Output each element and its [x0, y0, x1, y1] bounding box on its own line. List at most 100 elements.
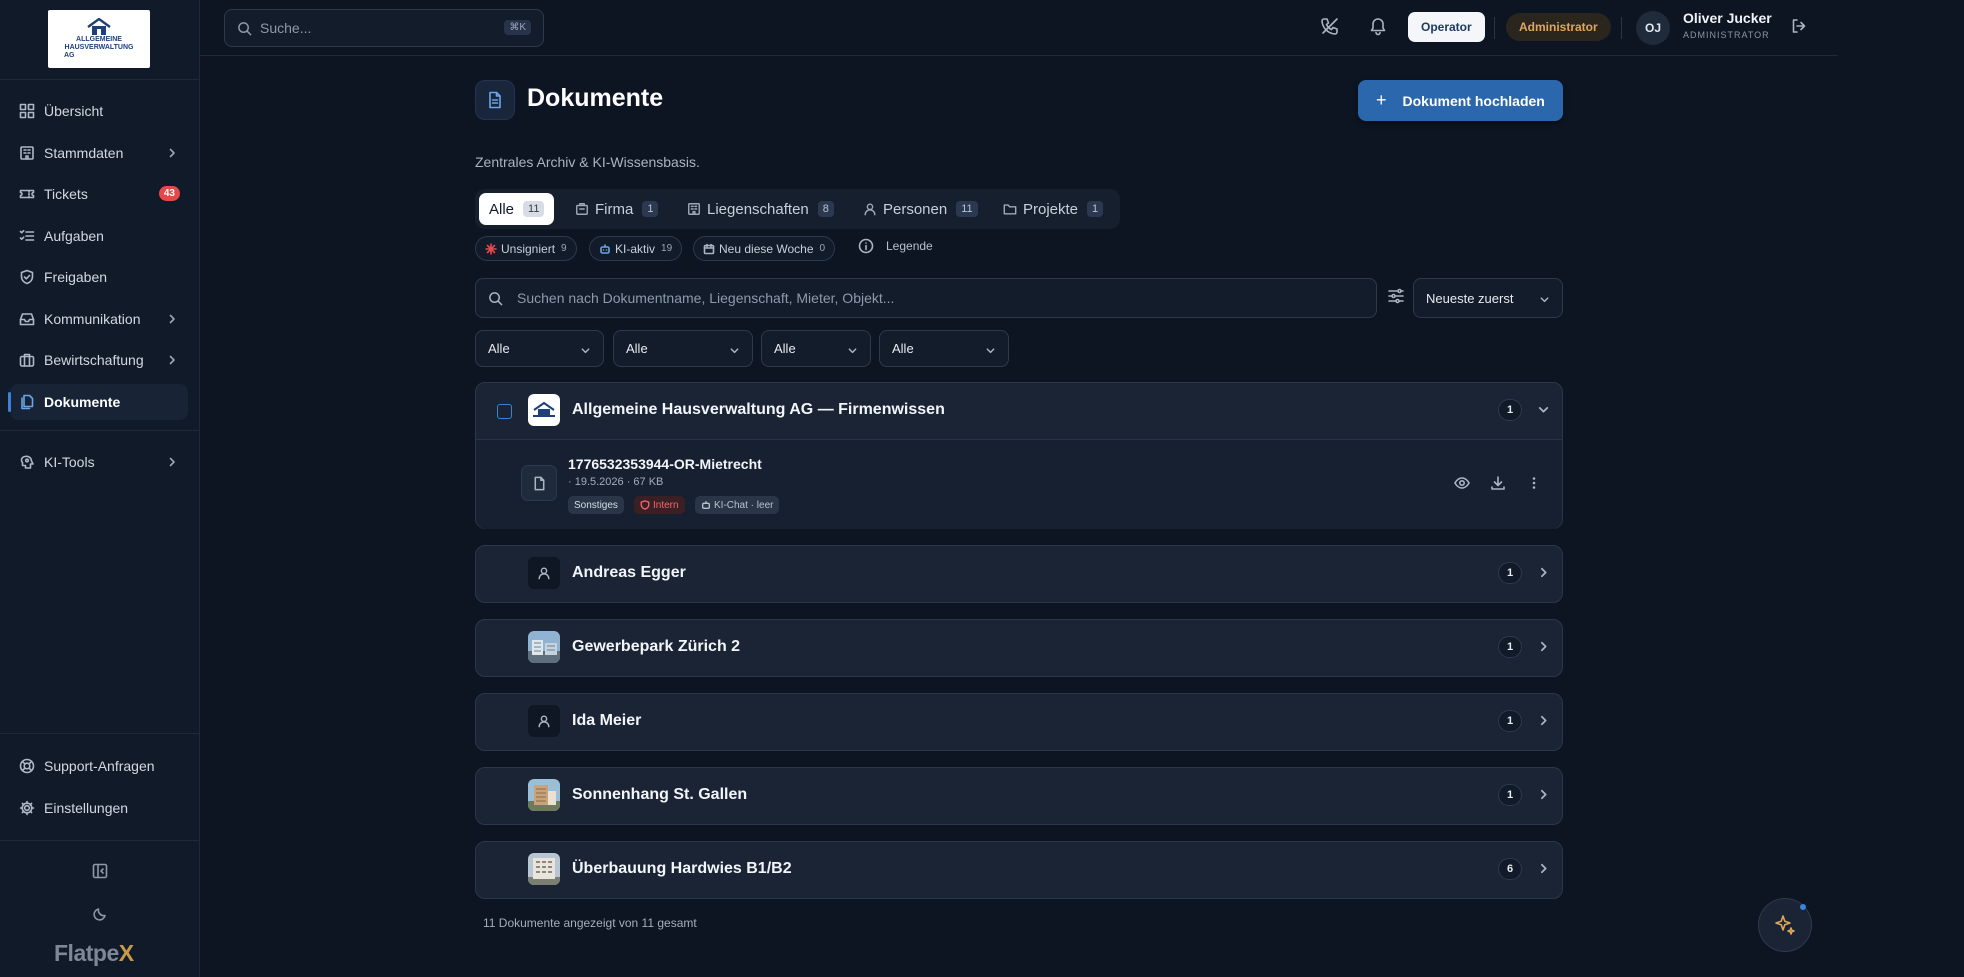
document-name[interactable]: 1776532353944-OR-Mietrecht	[568, 456, 762, 472]
tab-label: Firma	[595, 200, 634, 218]
filter-chip-ki-aktiv[interactable]: KI-aktiv 19	[589, 236, 683, 261]
sidebar: ALLGEMEINE HAUSVERWALTUNG AG Übersicht S…	[0, 0, 200, 977]
chevron-down-icon	[730, 348, 739, 354]
sidebar-item-bewirtschaftung[interactable]: Bewirtschaftung	[10, 342, 188, 378]
download-document-button[interactable]	[1490, 475, 1506, 491]
group-title: Überbauung Hardwies B1/B2	[572, 860, 792, 877]
sidebar-item-tickets[interactable]: Tickets 43	[10, 176, 188, 212]
group-count-badge: 1	[1498, 784, 1522, 806]
moon-icon	[93, 908, 106, 921]
divider	[0, 79, 200, 80]
collapse-sidebar-button[interactable]	[86, 857, 114, 885]
tab-firma[interactable]: Firma 1	[565, 193, 668, 225]
theme-toggle-button[interactable]	[86, 900, 114, 928]
more-vertical-icon	[1532, 477, 1536, 489]
buildings-icon	[688, 203, 700, 215]
sidebar-item-uebersicht[interactable]: Übersicht	[10, 93, 188, 129]
filter-select-1[interactable]: Alle	[475, 330, 604, 367]
sidebar-item-support-anfragen[interactable]: Support-Anfragen	[10, 748, 188, 784]
shield-icon	[640, 500, 650, 510]
document-group-ida-meier[interactable]: Ida Meier 1	[475, 693, 1563, 751]
sidebar-item-dokumente[interactable]: Dokumente	[8, 384, 188, 420]
logout-button[interactable]	[1790, 17, 1812, 39]
sidebar-item-ki-tools[interactable]: KI-Tools	[10, 444, 188, 480]
inbox-icon	[19, 313, 35, 326]
divider	[1494, 17, 1495, 39]
filter-chip-unsigniert[interactable]: Unsigniert 9	[475, 236, 577, 261]
avatar[interactable]: OJ	[1636, 11, 1670, 45]
phone-off-button[interactable]	[1320, 16, 1342, 38]
folder-icon	[1003, 204, 1017, 215]
filter-chip-neu-diese-woche[interactable]: Neu diese Woche 0	[693, 236, 836, 261]
view-document-button[interactable]	[1454, 475, 1470, 491]
shield-check-icon	[20, 269, 34, 285]
group-select-checkbox[interactable]	[497, 404, 512, 419]
sidebar-item-freigaben[interactable]: Freigaben	[10, 259, 188, 295]
chevron-right-icon	[169, 314, 175, 324]
tab-liegenschaften[interactable]: Liegenschaften 8	[677, 193, 844, 225]
lifebuoy-icon	[19, 758, 35, 774]
sidebar-item-stammdaten[interactable]: Stammdaten	[10, 135, 188, 171]
sort-select[interactable]: Neueste zuerst	[1413, 278, 1563, 318]
tag-label: Intern	[653, 499, 679, 511]
company-logo[interactable]: ALLGEMEINE HAUSVERWALTUNG AG	[48, 10, 150, 68]
more-actions-button[interactable]	[1526, 475, 1542, 491]
phone-off-icon	[1321, 18, 1338, 35]
tab-projekte[interactable]: Projekte 1	[993, 193, 1113, 225]
plus-icon: +	[1376, 90, 1387, 110]
operator-mode-button[interactable]: Operator	[1408, 12, 1485, 42]
global-search-input[interactable]: Suche... ⌘K	[224, 9, 544, 47]
user-role: ADMINISTRATOR	[1683, 30, 1770, 40]
legend-button[interactable]: Legende	[858, 238, 933, 254]
filter-select-4[interactable]: Alle	[879, 330, 1009, 367]
brand-main: Flatpe	[54, 940, 119, 966]
filter-select-2[interactable]: Alle	[613, 330, 753, 367]
chevron-right-icon	[169, 148, 175, 158]
sliders-icon	[1388, 288, 1404, 304]
filter-select-3[interactable]: Alle	[761, 330, 871, 367]
advanced-filter-button[interactable]	[1387, 287, 1405, 305]
document-row[interactable]: 1776532353944-OR-Mietrecht · 19.5.2026 ·…	[476, 439, 1562, 529]
role-badge[interactable]: Administrator	[1506, 13, 1611, 41]
sidebar-item-kommunikation[interactable]: Kommunikation	[10, 301, 188, 337]
grid-icon	[19, 103, 35, 119]
tab-personen[interactable]: Personen 11	[853, 193, 988, 225]
sidebar-item-label: Support-Anfragen	[44, 758, 155, 774]
upload-document-button[interactable]: + Dokument hochladen	[1358, 80, 1563, 121]
brain-icon	[20, 455, 34, 469]
document-group-andreas-egger[interactable]: Andreas Egger 1	[475, 545, 1563, 603]
sidebar-item-label: KI-Tools	[44, 454, 95, 470]
sidebar-item-label: Freigaben	[44, 269, 108, 285]
page-title: Dokumente	[527, 84, 664, 112]
robot-icon	[600, 243, 610, 254]
sidebar-item-label: Bewirtschaftung	[44, 352, 144, 368]
sidebar-item-label: Einstellungen	[44, 800, 129, 816]
group-title: Ida Meier	[572, 712, 642, 729]
property-thumbnail	[528, 853, 560, 885]
info-icon	[858, 238, 874, 254]
sidebar-item-aufgaben[interactable]: Aufgaben	[10, 218, 188, 254]
ai-status-dot	[1800, 904, 1806, 910]
document-search-input[interactable]: Suchen nach Dokumentname, Liegenschaft, …	[475, 278, 1377, 318]
sidebar-item-label: Aufgaben	[44, 228, 104, 244]
chevron-down-icon	[986, 348, 995, 354]
sidebar-item-label: Dokumente	[44, 394, 121, 410]
tab-alle[interactable]: Alle 11	[479, 193, 555, 225]
logo-line-3: AG	[64, 52, 75, 59]
tab-count: 11	[523, 201, 545, 217]
document-group-ueberbauung-hardwies[interactable]: Überbauung Hardwies B1/B2 6	[475, 841, 1563, 899]
sparkles-icon	[1775, 915, 1795, 935]
user-name: Oliver Jucker	[1683, 10, 1772, 26]
document-group-gewerbepark-zuerich-2[interactable]: Gewerbepark Zürich 2 1	[475, 619, 1563, 677]
document-group-sonnenhang-st-gallen[interactable]: Sonnenhang St. Gallen 1	[475, 767, 1563, 825]
property-image	[528, 853, 560, 885]
search-shortcut-hint: ⌘K	[504, 20, 531, 35]
tag-label: KI-Chat · leer	[714, 499, 774, 511]
sidebar-item-einstellungen[interactable]: Einstellungen	[10, 790, 188, 826]
user-icon	[864, 203, 876, 216]
person-avatar	[528, 705, 560, 737]
group-header[interactable]: Allgemeine Hausverwaltung AG — Firmenwis…	[476, 383, 1562, 439]
tag-category: Sonstiges	[568, 496, 624, 514]
notifications-button[interactable]	[1368, 16, 1390, 38]
chevron-down-icon[interactable]	[1537, 403, 1550, 416]
